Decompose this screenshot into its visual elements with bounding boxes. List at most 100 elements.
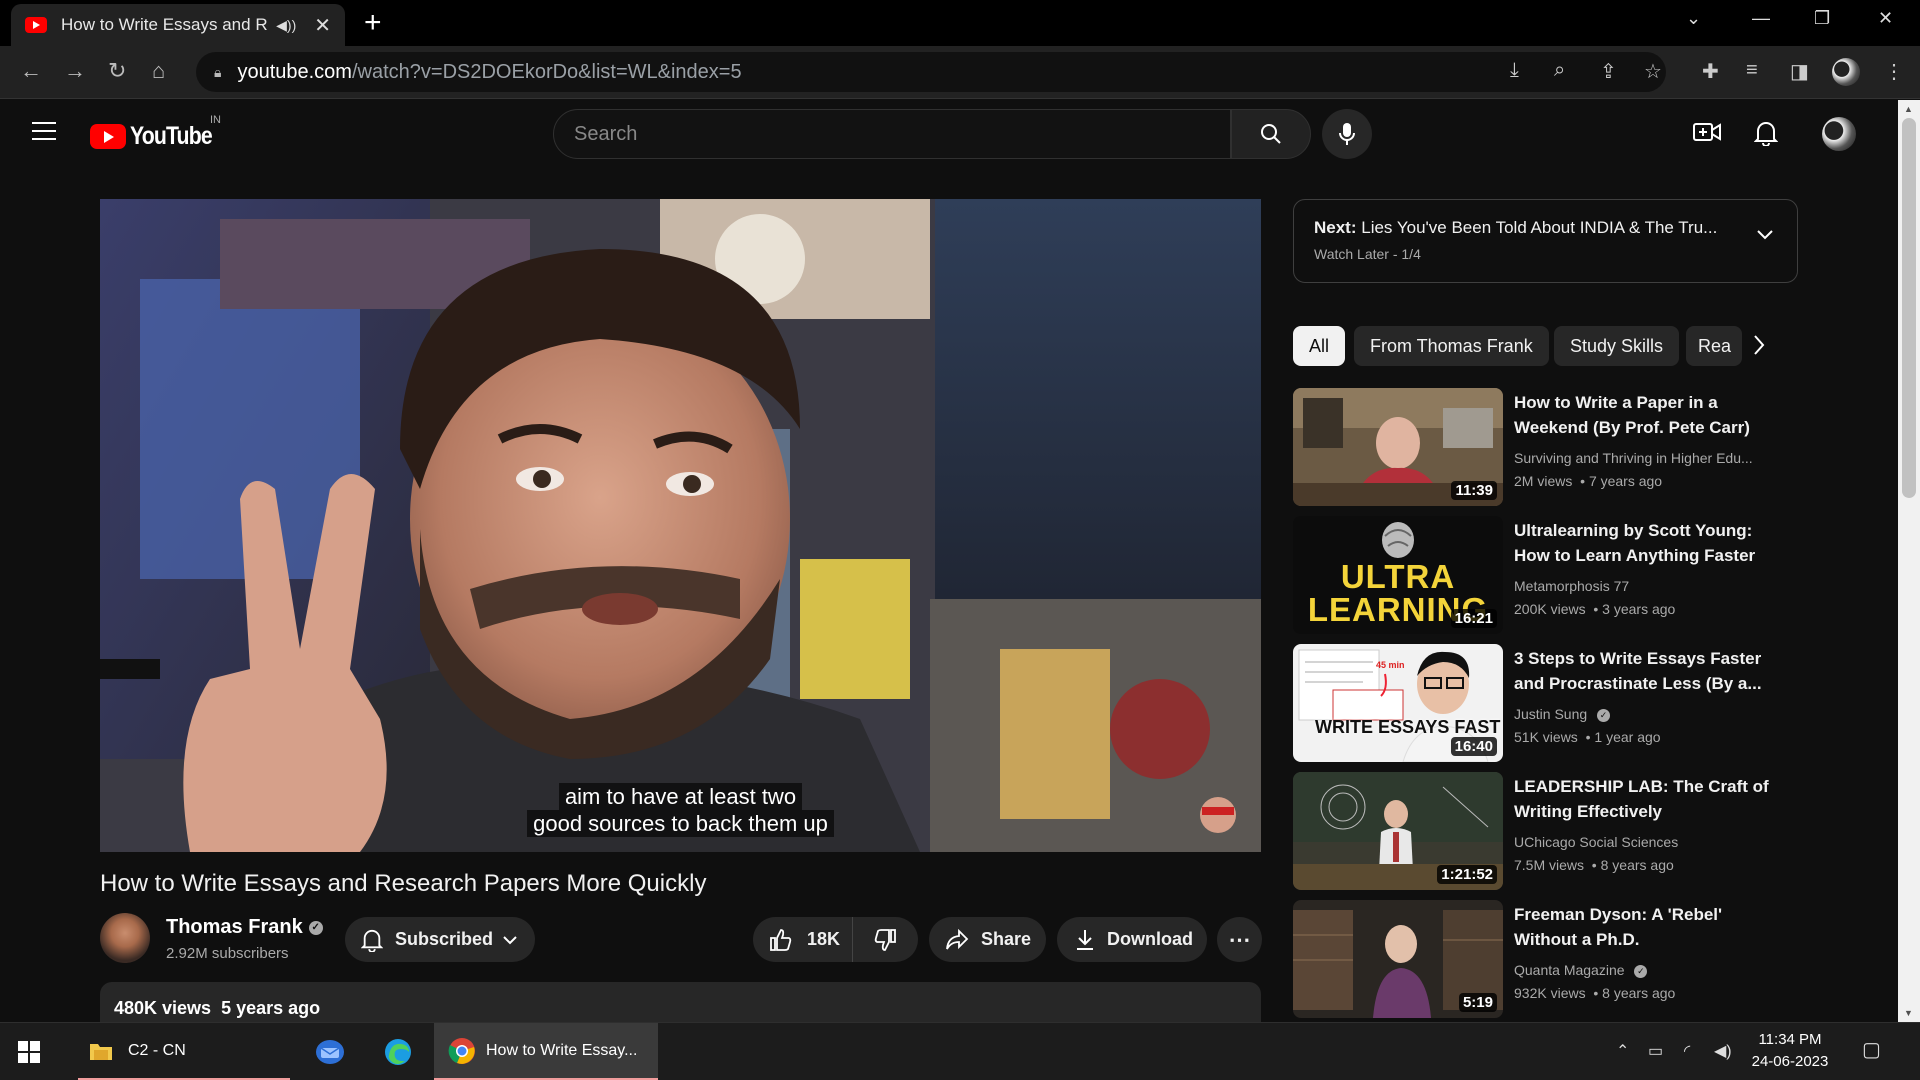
video-player[interactable]: aim to have at least two good sources to…: [100, 199, 1261, 852]
search-button[interactable]: [1231, 109, 1311, 159]
more-horizontal-icon: ⋯: [1228, 926, 1251, 952]
taskbar-chrome-window[interactable]: How to Write Essay...: [434, 1023, 658, 1080]
video-thumbnail[interactable]: 5:19: [1293, 900, 1503, 1018]
zoom-icon[interactable]: ⌕: [1554, 59, 1565, 82]
lock-icon[interactable]: 🔒︎: [214, 64, 221, 81]
browser-tab-active[interactable]: How to Write Essays and Research Papers …: [11, 4, 345, 46]
taskbar-edge[interactable]: [378, 1023, 418, 1080]
view-count: 480K views: [114, 998, 212, 1018]
channel-avatar[interactable]: [100, 913, 150, 963]
show-hidden-icons-icon[interactable]: ⌃: [1616, 1041, 1629, 1061]
system-clock[interactable]: 11:34 PM 24-06-2023: [1740, 1029, 1840, 1073]
taskbar-file-explorer[interactable]: C2 - CN: [78, 1023, 290, 1080]
rec-title[interactable]: How to Write a Paper in a Weekend (By Pr…: [1514, 390, 1779, 440]
voice-search-button[interactable]: [1322, 109, 1372, 159]
download-button[interactable]: Download: [1057, 917, 1207, 962]
rec-channel[interactable]: Surviving and Thriving in Higher Edu...: [1514, 450, 1784, 466]
expand-chevron-icon[interactable]: [1757, 230, 1773, 240]
rec-title[interactable]: Freeman Dyson: A 'Rebel' Without a Ph.D.: [1514, 902, 1779, 952]
wifi-icon[interactable]: ◜: [1684, 1041, 1690, 1061]
scrollbar-thumb[interactable]: [1902, 118, 1916, 498]
rec-age: 3 years ago: [1602, 601, 1676, 617]
rec-title[interactable]: 3 Steps to Write Essays Faster and Procr…: [1514, 646, 1779, 696]
youtube-logo[interactable]: YouTube IN: [90, 114, 226, 151]
rec-channel-row[interactable]: Quanta Magazine ✓: [1514, 962, 1784, 978]
chip-study-skills[interactable]: Study Skills: [1554, 326, 1680, 366]
share-label: Share: [981, 929, 1032, 949]
recommendation-item[interactable]: 1:21:52 LEADERSHIP LAB: The Craft of Wri…: [1293, 772, 1798, 890]
new-tab-icon[interactable]: +: [364, 8, 382, 38]
scroll-down-icon[interactable]: ▼: [1904, 1008, 1913, 1018]
forward-icon[interactable]: →: [64, 58, 86, 84]
extensions-icon[interactable]: ✚: [1702, 59, 1719, 84]
address-bar[interactable]: 🔒︎ youtube.com/watch?v=DS2DOEkorDo&list=…: [196, 52, 1666, 92]
scroll-up-icon[interactable]: ▲: [1904, 104, 1913, 114]
upload-age: 5 years ago: [221, 998, 321, 1018]
reload-icon[interactable]: ↻: [108, 58, 126, 84]
tab-audio-icon[interactable]: ◀)): [276, 17, 296, 34]
channel-name[interactable]: Thomas Frank: [166, 916, 303, 938]
notification-center-icon[interactable]: ▢: [1862, 1037, 1881, 1062]
bookmark-star-icon[interactable]: ☆: [1644, 59, 1662, 84]
chip-all[interactable]: All: [1293, 326, 1346, 366]
video-thumbnail[interactable]: 11:39: [1293, 388, 1503, 506]
rec-channel[interactable]: Justin Sung: [1514, 706, 1587, 722]
chrome-menu-icon[interactable]: ⋮: [1884, 59, 1904, 84]
dislike-button[interactable]: [853, 917, 917, 962]
minimize-icon[interactable]: —: [1752, 8, 1770, 29]
tab-search-icon[interactable]: ⌄: [1686, 8, 1701, 29]
recommendation-item[interactable]: 45 min WRITE ESSAYS FAST 16:40 3 Steps t…: [1293, 644, 1798, 762]
video-thumbnail[interactable]: 45 min WRITE ESSAYS FAST 16:40: [1293, 644, 1503, 762]
caption-line-1: aim to have at least two: [558, 783, 803, 810]
windows-logo-icon: [18, 1041, 40, 1063]
chip-from-thomas-frank[interactable]: From Thomas Frank: [1354, 326, 1549, 366]
subscribed-button[interactable]: Subscribed: [345, 917, 535, 962]
playlist-next-panel[interactable]: Next: Lies You've Been Told About INDIA …: [1293, 199, 1798, 283]
menu-hamburger-icon[interactable]: [32, 122, 56, 140]
battery-icon[interactable]: ▭: [1648, 1041, 1663, 1061]
chips-next-chevron-icon[interactable]: [1752, 333, 1766, 357]
browser-tab-strip: How to Write Essays and Research Papers …: [0, 0, 1920, 46]
more-actions-button[interactable]: ⋯: [1217, 917, 1262, 962]
start-button[interactable]: [18, 1023, 48, 1080]
rec-age: 7 years ago: [1588, 473, 1663, 489]
page-scrollbar[interactable]: ▲ ▼: [1898, 100, 1920, 1022]
create-video-icon[interactable]: [1693, 120, 1721, 149]
channel-name-row[interactable]: Thomas Frank ✓: [166, 916, 323, 939]
thumbs-down-icon: [874, 928, 896, 951]
tab-close-icon[interactable]: ✕: [314, 13, 331, 38]
rec-title[interactable]: Ultralearning by Scott Young: How to Lea…: [1514, 518, 1779, 568]
video-thumbnail[interactable]: 1:21:52: [1293, 772, 1503, 890]
search-input[interactable]: [574, 122, 1230, 146]
video-thumbnail[interactable]: ULTRA LEARNING 16:21: [1293, 516, 1503, 634]
taskbar-outlook[interactable]: [310, 1023, 350, 1080]
rec-channel-row[interactable]: Justin Sung ✓: [1514, 706, 1784, 722]
install-app-icon[interactable]: ⤓: [1510, 59, 1519, 82]
browser-toolbar: ← → ↻ ⌂ 🔒︎ youtube.com/watch?v=DS2DOEkor…: [0, 46, 1920, 99]
rec-channel[interactable]: UChicago Social Sciences: [1514, 834, 1784, 850]
rec-views: 2M views: [1514, 473, 1573, 489]
recommendation-item[interactable]: 11:39 How to Write a Paper in a Weekend …: [1293, 388, 1798, 506]
youtube-header: YouTube IN: [0, 100, 1898, 168]
recommendation-item[interactable]: 5:19 Freeman Dyson: A 'Rebel' Without a …: [1293, 900, 1798, 1018]
chip-partial[interactable]: Rea: [1686, 326, 1742, 366]
restore-icon[interactable]: ❐: [1814, 8, 1830, 29]
volume-icon[interactable]: ◀): [1714, 1041, 1732, 1061]
rec-channel[interactable]: Metamorphosis 77: [1514, 578, 1784, 594]
profile-avatar-icon[interactable]: [1832, 58, 1860, 86]
back-icon[interactable]: ←: [20, 58, 42, 84]
rec-title[interactable]: LEADERSHIP LAB: The Craft of Writing Eff…: [1514, 774, 1779, 824]
account-avatar[interactable]: [1822, 117, 1856, 151]
notifications-bell-icon[interactable]: [1753, 120, 1779, 151]
recommendation-item[interactable]: ULTRA LEARNING 16:21 Ultralearning by Sc…: [1293, 516, 1798, 634]
media-controls-icon[interactable]: ≡: [1746, 59, 1758, 82]
share-button[interactable]: Share: [929, 917, 1046, 962]
thumbnail-badge: 45 min: [1376, 660, 1405, 670]
home-icon[interactable]: ⌂: [152, 58, 165, 84]
chevron-down-icon: [503, 935, 517, 944]
close-window-icon[interactable]: ✕: [1878, 8, 1893, 29]
like-button[interactable]: 18K: [753, 917, 853, 962]
share-page-icon[interactable]: ⇪: [1600, 59, 1617, 84]
side-panel-icon[interactable]: ◨: [1790, 59, 1809, 84]
rec-channel[interactable]: Quanta Magazine: [1514, 962, 1625, 978]
